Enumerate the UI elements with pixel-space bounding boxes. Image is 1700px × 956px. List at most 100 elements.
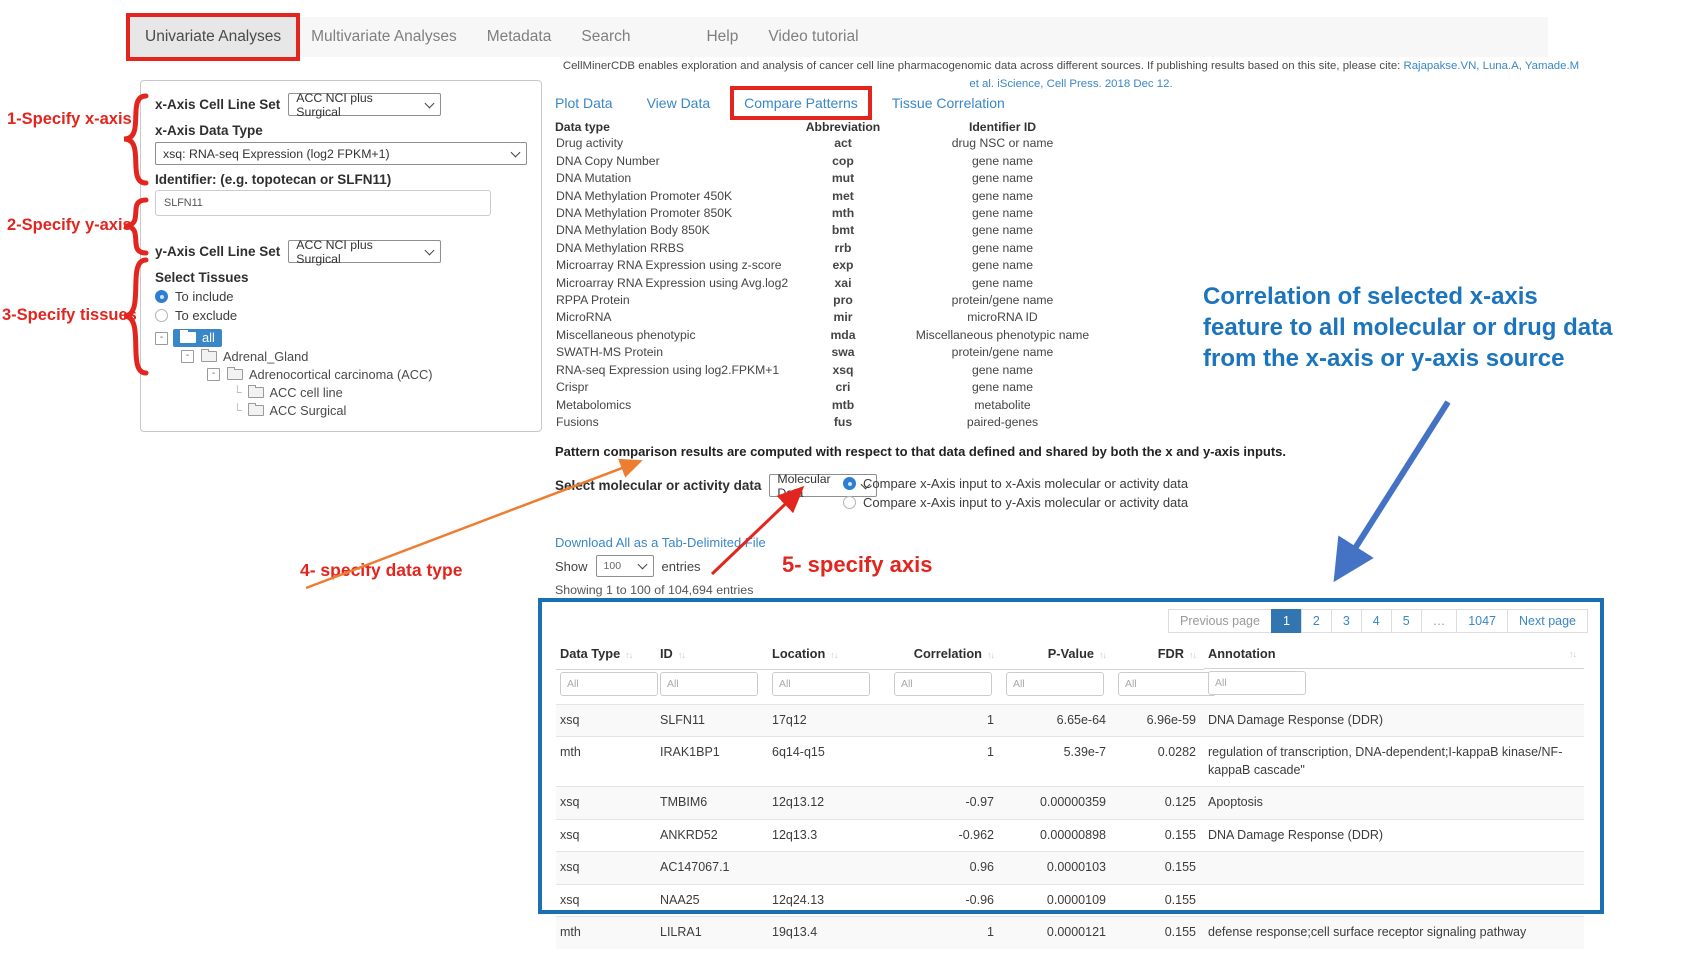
- compare-y-axis-radio[interactable]: Compare x-Axis input to y-Axis molecular…: [843, 495, 1188, 510]
- datatype-row: SWATH-MS Proteinswaprotein/gene name: [555, 344, 1111, 361]
- folder-icon: [248, 405, 264, 416]
- col-header-label: Correlation: [914, 646, 982, 661]
- col-header-label: Data Type: [560, 646, 620, 661]
- show-entries-select[interactable]: 100: [596, 555, 654, 577]
- tree-selected-chip[interactable]: all: [173, 329, 222, 347]
- chevron-down-icon: [425, 98, 435, 108]
- datatype-row: DNA Methylation Promoter 850Kmthgene nam…: [555, 205, 1111, 222]
- tree-node-acc-surgical[interactable]: └ACC Surgical: [155, 401, 527, 419]
- download-all-link[interactable]: Download All as a Tab-Delimited File: [555, 535, 766, 550]
- sort-icon[interactable]: ↑↓: [1099, 650, 1106, 660]
- tab-view-data[interactable]: View Data: [647, 95, 711, 111]
- col-header-data-type[interactable]: Data Type ↑↓: [556, 640, 656, 669]
- compare-x-axis-label: Compare x-Axis input to x-Axis molecular…: [863, 476, 1188, 491]
- tissues-exclude-radio[interactable]: To exclude: [155, 308, 527, 323]
- sort-icon[interactable]: ↑↓: [625, 650, 632, 660]
- folder-icon: [248, 387, 264, 398]
- col-header-correlation[interactable]: Correlation ↑↓: [890, 640, 1002, 669]
- radio-unselected-icon: [155, 309, 168, 322]
- results-table: Data Type↑↓ID↑↓Location↑↓Correlation↑↓P-…: [556, 640, 1584, 949]
- collapse-icon[interactable]: -: [181, 350, 194, 363]
- datatype-row: Metabolomicsmtbmetabolite: [555, 397, 1111, 414]
- nav-item-multivariate-analyses[interactable]: Multivariate Analyses: [296, 17, 472, 57]
- filter-input-p-value[interactable]: [1006, 672, 1104, 696]
- x-axis-data-type-label: x-Axis Data Type: [155, 123, 527, 138]
- nav-item-help[interactable]: Help: [691, 17, 753, 57]
- filter-input-fdr[interactable]: [1118, 672, 1216, 696]
- show-entries-value: 100: [604, 560, 622, 572]
- tab-compare-patterns[interactable]: Compare Patterns: [730, 86, 872, 120]
- tree-node-acc-cell-line[interactable]: └ ACC cell line: [155, 383, 527, 401]
- radio-unselected-icon: [843, 496, 856, 509]
- datatype-row: DNA Copy Numbercopgene name: [555, 153, 1111, 170]
- folder-icon: [227, 369, 243, 380]
- filter-input-location[interactable]: [772, 672, 870, 696]
- datatype-col-header: Identifier ID: [894, 120, 1111, 135]
- sort-icon[interactable]: ↑↓: [1189, 650, 1196, 660]
- page-button-4[interactable]: 4: [1361, 609, 1392, 633]
- prev-page-button[interactable]: Previous page: [1168, 609, 1272, 633]
- entries-label: entries: [662, 559, 701, 574]
- tree-node-all[interactable]: - all: [155, 329, 527, 347]
- col-header-p-value[interactable]: P-Value↑↓: [1002, 640, 1114, 669]
- col-header-fdr[interactable]: FDR↑↓: [1114, 640, 1204, 669]
- filter-input-data-type[interactable]: [560, 672, 658, 696]
- collapse-icon[interactable]: -: [207, 368, 220, 381]
- datatype-row: Miscellaneous phenotypicmdaMiscellaneous…: [555, 327, 1111, 344]
- filter-input-annotation[interactable]: [1208, 671, 1306, 695]
- sort-icon[interactable]: ↑↓: [678, 650, 685, 660]
- page-button-1[interactable]: 1: [1271, 609, 1302, 633]
- tree-node-label: all: [202, 330, 215, 345]
- nav-item-search[interactable]: Search: [566, 17, 645, 57]
- datatype-row: DNA Methylation RRBSrrbgene name: [555, 240, 1111, 257]
- sort-icon[interactable]: ↑↓: [1569, 649, 1576, 659]
- citation-link[interactable]: Rajapakse.VN, Luna.A, Yamade.M: [1404, 60, 1580, 72]
- blue-arrow: [1340, 402, 1448, 572]
- tab-plot-data[interactable]: Plot Data: [555, 95, 613, 111]
- tree-node-adrenocortical-carcinoma-acc[interactable]: -Adrenocortical carcinoma (ACC): [155, 365, 527, 383]
- folder-icon: [201, 351, 217, 362]
- datatype-row: Fusionsfuspaired-genes: [555, 414, 1111, 431]
- col-header-id[interactable]: ID↑↓: [656, 640, 768, 669]
- tree-node-label: Adrenal_Gland: [223, 349, 308, 364]
- page-button-1047[interactable]: 1047: [1456, 609, 1508, 633]
- page-button-…[interactable]: …: [1421, 609, 1458, 633]
- show-label: Show: [555, 559, 588, 574]
- nav-item-univariate-analyses[interactable]: Univariate Analyses: [130, 17, 296, 57]
- nav-item-video-tutorial[interactable]: Video tutorial: [753, 17, 873, 57]
- sort-icon[interactable]: ↑↓: [987, 650, 994, 660]
- identifier-input[interactable]: [155, 190, 491, 216]
- x-axis-cell-line-set-select[interactable]: ACC NCI plus Surgical: [288, 93, 441, 116]
- collapse-icon[interactable]: -: [155, 332, 168, 345]
- compare-y-axis-label: Compare x-Axis input to y-Axis molecular…: [863, 495, 1188, 510]
- tissues-include-radio[interactable]: To include: [155, 289, 527, 304]
- compare-x-axis-radio[interactable]: Compare x-Axis input to x-Axis molecular…: [843, 476, 1188, 491]
- col-header-location[interactable]: Location↑↓: [768, 640, 890, 669]
- col-header-annotation[interactable]: Annotation↑↓: [1204, 640, 1584, 669]
- nav-item-metadata[interactable]: Metadata: [472, 17, 567, 57]
- x-axis-data-type-select[interactable]: xsq: RNA-seq Expression (log2 FPKM+1): [155, 142, 527, 165]
- datatype-row: DNA Methylation Promoter 450Kmetgene nam…: [555, 188, 1111, 205]
- x-axis-cell-line-set-label: x-Axis Cell Line Set: [155, 97, 280, 112]
- tree-node-adrenal-gland[interactable]: - Adrenal_Gland: [155, 347, 527, 365]
- datatype-row: Microarray RNA Expression using Avg.log2…: [555, 275, 1111, 292]
- page-button-2[interactable]: 2: [1301, 609, 1332, 633]
- next-page-button[interactable]: Next page: [1507, 609, 1588, 633]
- sort-icon[interactable]: ↑↓: [830, 650, 837, 660]
- radio-selected-icon: [843, 477, 856, 490]
- select-tissues-label: Select Tissues: [155, 270, 527, 285]
- annotation-specify-data-type: 4- specify data type: [300, 560, 462, 581]
- filter-input-correlation[interactable]: [894, 672, 992, 696]
- filter-input-id[interactable]: [660, 672, 758, 696]
- select-molecular-data-label: Select molecular or activity data: [555, 478, 761, 493]
- tab-tissue-correlation[interactable]: Tissue Correlation: [892, 95, 1005, 111]
- table-row: xsqTMBIM612q13.12-0.970.000003590.125Apo…: [556, 787, 1584, 820]
- tree-node-label: ACC cell line: [270, 385, 343, 400]
- tree-elbow-icon: └: [233, 385, 242, 399]
- annotation-specify-axis: 5- specify axis: [782, 552, 932, 578]
- citation-link-2[interactable]: et al. iScience, Cell Press. 2018 Dec 12…: [969, 78, 1172, 90]
- page-button-3[interactable]: 3: [1331, 609, 1362, 633]
- x-axis-cell-line-set-value: ACC NCI plus Surgical: [296, 91, 417, 119]
- page-button-5[interactable]: 5: [1391, 609, 1422, 633]
- y-axis-cell-line-set-select[interactable]: ACC NCI plus Surgical: [288, 240, 441, 263]
